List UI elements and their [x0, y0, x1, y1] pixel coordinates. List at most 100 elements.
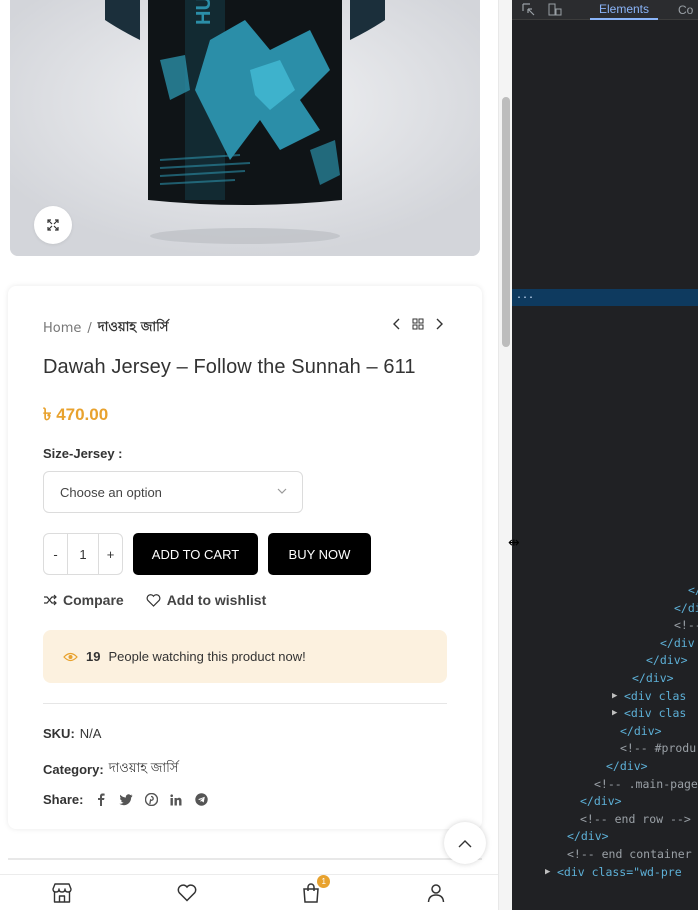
bottom-nav-cart[interactable]: 1 — [291, 874, 331, 903]
bottom-navigation: 1 — [0, 874, 498, 910]
sku-value: N/A — [79, 726, 102, 741]
bottom-nav-account[interactable] — [416, 883, 456, 903]
bottom-nav-wishlist[interactable] — [167, 883, 207, 902]
divider — [43, 703, 447, 704]
tab-elements[interactable]: Elements — [590, 0, 658, 20]
compare-button[interactable]: Compare — [43, 592, 124, 608]
grid-icon[interactable] — [412, 318, 424, 330]
bottom-nav-shop[interactable] — [42, 882, 82, 903]
quantity-plus-button[interactable]: + — [99, 534, 122, 574]
dom-tree-text: <!-- — [674, 618, 698, 633]
product-summary: Home / দাওয়াহ জার্সি Dawah Jersey – Fol… — [8, 286, 482, 829]
section-divider — [8, 858, 482, 860]
expand-icon — [47, 219, 59, 231]
chevron-down-icon — [277, 488, 287, 494]
dom-tree-line[interactable]: ▶ <div class="wd-pre — [512, 864, 698, 882]
add-to-cart-button[interactable]: ADD TO CART — [133, 533, 258, 575]
scroll-to-top-button[interactable] — [444, 822, 486, 864]
tab-console[interactable]: Co — [678, 0, 693, 20]
facebook-icon[interactable] — [94, 793, 108, 807]
visitor-count: 19 — [86, 649, 101, 664]
device-toolbar-icon[interactable] — [548, 3, 564, 17]
dom-tree-text: </div> — [606, 758, 648, 773]
resize-cursor-icon: ⇹ — [508, 535, 520, 551]
eye-icon — [63, 652, 78, 661]
zoom-button[interactable] — [34, 206, 72, 244]
dom-tree-line[interactable]: ▶ <div clas — [512, 705, 698, 723]
breadcrumb-current[interactable]: দাওয়াহ জার্সি — [98, 318, 169, 339]
product-title: Dawah Jersey – Follow the Sunnah – 611 — [43, 356, 416, 378]
heart-icon — [177, 883, 197, 902]
linkedin-icon[interactable] — [169, 793, 183, 807]
dom-tree[interactable]: </</di<!--</div</div></div>▶<div clas▶<d… — [512, 582, 698, 881]
inspect-element-icon[interactable] — [522, 2, 538, 17]
expand-triangle-icon[interactable]: ▶ — [612, 705, 617, 723]
dom-tree-text: </div — [660, 635, 695, 650]
add-to-wishlist-button[interactable]: Add to wishlist — [146, 592, 267, 608]
dom-tree-line[interactable]: ▶ <div clas — [512, 688, 698, 706]
category-label: Category: — [43, 762, 104, 777]
dom-tree-text: <div clas — [624, 688, 687, 703]
product-navigation — [392, 318, 444, 330]
user-icon — [427, 883, 444, 902]
category-row: Category: দাওয়াহ জার্সি — [43, 759, 178, 780]
previous-product-icon[interactable] — [392, 318, 402, 330]
dom-tree-text: </div> — [620, 723, 662, 738]
devtools-panel: Elements Co ... </ </di <!-- </div </div> </d… — [512, 0, 698, 910]
size-select[interactable]: Choose an option — [43, 471, 303, 513]
heart-icon — [146, 593, 161, 607]
dom-tree-text: </div> — [646, 653, 688, 668]
screen: HU Home / দাওয়াহ জার্সি Dawah Jersey – … — [0, 0, 698, 910]
dom-tree-text: <div clas — [624, 706, 687, 721]
breadcrumb-home[interactable]: Home — [43, 321, 81, 336]
dom-tree-line[interactable]: <!-- #produ — [512, 740, 698, 758]
dom-tree-line[interactable]: </div> — [512, 828, 698, 846]
dom-tree-line[interactable]: <!-- end container — [512, 846, 698, 864]
product-page: HU Home / দাওয়াহ জার্সি Dawah Jersey – … — [0, 0, 498, 910]
dom-tree-text: <!-- #produ — [620, 741, 697, 756]
expand-triangle-icon[interactable]: ▶ — [612, 688, 617, 706]
dom-tree-text: <!-- .main-page — [594, 776, 698, 791]
dom-tree-line[interactable]: </di — [512, 600, 698, 618]
visitor-text: People watching this product now! — [108, 649, 306, 664]
expand-triangle-icon[interactable]: ▶ — [545, 864, 550, 882]
share-row: Share: — [43, 792, 208, 807]
dom-tree-line[interactable]: <!-- — [512, 617, 698, 635]
twitter-icon[interactable] — [119, 793, 133, 807]
dom-tree-text: </div> — [580, 794, 622, 809]
dom-tree-line[interactable]: </div> — [512, 793, 698, 811]
shuffle-icon — [44, 594, 57, 606]
scrollbar-thumb[interactable] — [502, 97, 510, 347]
category-link[interactable]: দাওয়াহ জার্সি — [109, 759, 179, 780]
telegram-icon[interactable] — [194, 793, 208, 807]
selected-node-row[interactable]: ... — [512, 289, 698, 306]
dom-tree-text: </di — [674, 600, 698, 615]
dom-tree-line[interactable]: </div> — [512, 758, 698, 776]
breadcrumb-separator: / — [87, 321, 92, 336]
dom-tree-line[interactable]: </div — [512, 635, 698, 653]
dom-tree-line[interactable]: <!-- .main-page — [512, 776, 698, 794]
dom-tree-line[interactable]: </ — [512, 582, 698, 600]
dom-tree-line[interactable]: </div> — [512, 670, 698, 688]
dom-tree-text: </ — [688, 583, 698, 597]
sku-label: SKU: — [43, 726, 75, 741]
variation-label: Size-Jersey : — [43, 446, 123, 461]
quantity-stepper: - 1 + — [43, 533, 123, 575]
dom-tree-line[interactable]: <!-- end row --> — [512, 811, 698, 829]
pinterest-icon[interactable] — [144, 793, 158, 807]
chevron-up-icon — [458, 839, 472, 847]
buy-now-button[interactable]: BUY NOW — [268, 533, 371, 575]
compare-label: Compare — [63, 592, 124, 608]
quantity-minus-button[interactable]: - — [44, 534, 67, 574]
product-image[interactable]: HU — [10, 0, 480, 256]
product-price: ৳ 470.00 — [43, 405, 109, 424]
quantity-input[interactable]: 1 — [67, 534, 99, 574]
dom-tree-text: <!-- end row --> — [580, 811, 691, 826]
visitor-counter: 19 People watching this product now! — [43, 630, 447, 683]
page-scrollbar[interactable] — [498, 0, 512, 910]
wishlist-label: Add to wishlist — [166, 592, 267, 608]
next-product-icon[interactable] — [434, 318, 444, 330]
size-select-value: Choose an option — [60, 484, 162, 500]
dom-tree-line[interactable]: </div> — [512, 652, 698, 670]
dom-tree-line[interactable]: </div> — [512, 723, 698, 741]
